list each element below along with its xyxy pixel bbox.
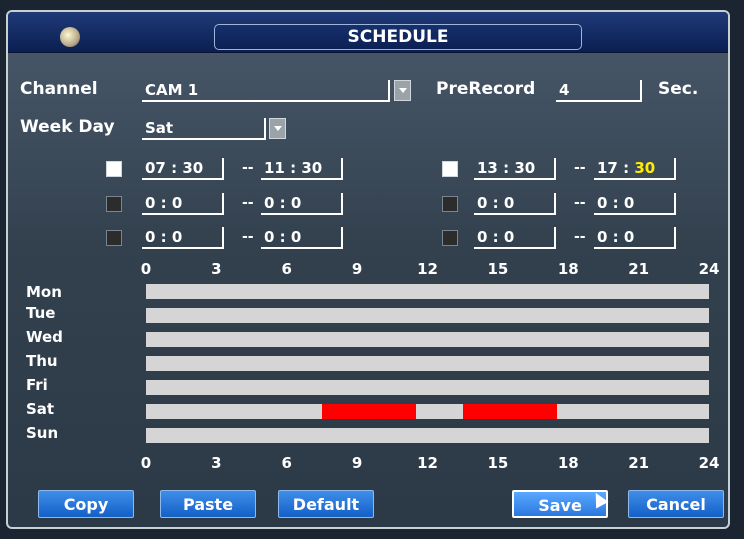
app-logo-icon	[60, 27, 80, 47]
day-label: Fri	[26, 376, 48, 394]
hour-tick-label: 18	[557, 260, 579, 278]
hour-tick-label: 0	[140, 260, 152, 278]
time-separator: --	[242, 160, 254, 176]
channel-label: Channel	[20, 79, 98, 99]
schedule-window: SCHEDULE Channel CAM 1 PreRecord 4 Sec. …	[6, 10, 730, 529]
period-checkbox[interactable]	[106, 161, 122, 177]
period-checkbox[interactable]	[442, 161, 458, 177]
time-separator: --	[574, 229, 586, 245]
copy-button[interactable]: Copy	[38, 490, 134, 518]
hour-tick-label: 3	[211, 454, 222, 472]
day-schedule-bar[interactable]	[146, 356, 709, 371]
hour-tick-label: 12	[417, 260, 438, 278]
hour-tick-label: 0	[140, 454, 152, 472]
channel-dropdown-arrow-icon[interactable]	[394, 80, 411, 101]
prerecord-unit: Sec.	[658, 79, 699, 99]
hour-tick-label: 15	[487, 260, 509, 278]
day-label: Thu	[26, 352, 58, 370]
weekday-label: Week Day	[20, 117, 115, 137]
hour-tick-label: 21	[628, 260, 650, 278]
hour-tick-label: 9	[351, 454, 363, 472]
day-schedule-bar[interactable]	[146, 332, 709, 347]
period-start-time[interactable]: 0 : 0	[474, 193, 556, 215]
period-start-time[interactable]: 0 : 0	[474, 227, 556, 249]
prerecord-input[interactable]: 4	[556, 80, 642, 102]
title-bar: SCHEDULE	[8, 12, 728, 53]
period-end-time[interactable]: 0 : 0	[261, 193, 343, 215]
day-schedule-bar[interactable]	[146, 308, 709, 323]
hour-tick-label: 6	[281, 260, 292, 278]
day-label: Wed	[26, 328, 63, 346]
day-label: Sat	[26, 400, 55, 418]
weekday-dropdown-arrow-icon[interactable]	[269, 118, 286, 139]
hour-tick-label: 9	[351, 260, 363, 278]
weekday-select[interactable]: Sat	[142, 118, 266, 140]
day-schedule-bar[interactable]	[146, 284, 709, 299]
period-checkbox[interactable]	[442, 230, 458, 246]
hour-tick-label: 24	[698, 260, 720, 278]
day-label: Sun	[26, 424, 59, 442]
period-checkbox[interactable]	[442, 196, 458, 212]
period-start-time[interactable]: 0 : 0	[142, 193, 224, 215]
period-start-time[interactable]: 07 : 30	[142, 158, 224, 180]
hour-tick-label: 24	[698, 454, 720, 472]
hour-tick-label: 15	[487, 454, 509, 472]
day-schedule-bar[interactable]	[146, 428, 709, 443]
prerecord-label: PreRecord	[436, 79, 536, 99]
hour-tick-label: 12	[417, 454, 438, 472]
hour-tick-label: 3	[211, 260, 222, 278]
period-checkbox[interactable]	[106, 196, 122, 212]
day-schedule-bar[interactable]	[146, 404, 709, 419]
hour-tick-label: 18	[557, 454, 579, 472]
record-segment	[321, 404, 416, 419]
period-end-time[interactable]: 0 : 0	[594, 193, 676, 215]
hour-tick-label: 6	[281, 454, 292, 472]
period-end-time[interactable]: 0 : 0	[261, 227, 343, 249]
hour-tick-label: 21	[628, 454, 650, 472]
period-start-time[interactable]: 0 : 0	[142, 227, 224, 249]
period-checkbox[interactable]	[106, 230, 122, 246]
paste-button[interactable]: Paste	[160, 490, 256, 518]
channel-select[interactable]: CAM 1	[142, 80, 390, 102]
time-separator: --	[574, 160, 586, 176]
time-separator: --	[574, 195, 586, 211]
day-label: Tue	[26, 304, 56, 322]
default-button[interactable]: Default	[278, 490, 374, 518]
period-end-time[interactable]: 0 : 0	[594, 227, 676, 249]
period-end-time[interactable]: 11 : 30	[261, 158, 343, 180]
time-separator: --	[242, 195, 254, 211]
record-segment	[462, 404, 557, 419]
period-start-time[interactable]: 13 : 30	[474, 158, 556, 180]
period-end-time[interactable]: 17 : 30	[594, 158, 676, 180]
cancel-button[interactable]: Cancel	[628, 490, 724, 518]
time-separator: --	[242, 229, 254, 245]
day-label: Mon	[26, 283, 62, 301]
day-schedule-bar[interactable]	[146, 380, 709, 395]
window-title: SCHEDULE	[214, 24, 582, 50]
